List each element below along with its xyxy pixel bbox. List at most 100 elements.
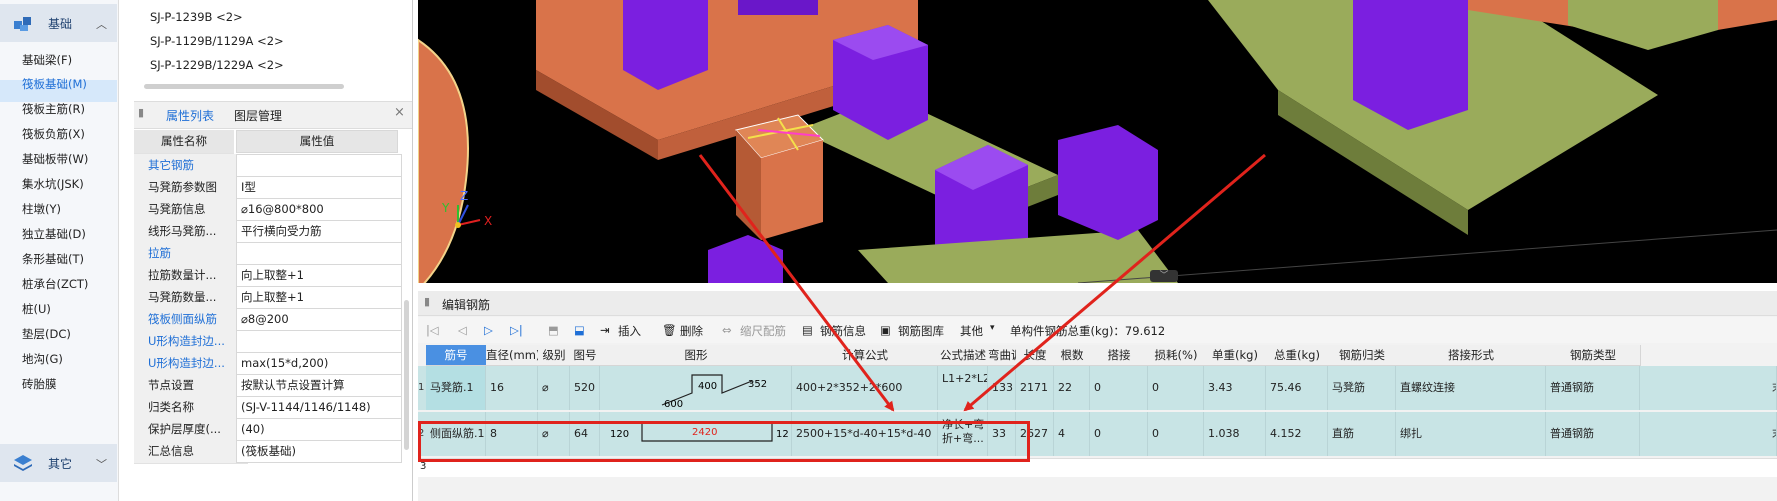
cell-loss[interactable]: 0 [1148, 366, 1204, 410]
property-row[interactable]: 其它钢筋 [134, 154, 404, 178]
next-record-icon[interactable]: ▷ [484, 323, 493, 337]
property-row[interactable]: 汇总信息 (筏板基础) [134, 440, 404, 464]
chevron-up-icon[interactable]: ︿ [96, 16, 107, 32]
property-value-field[interactable]: max(15*d,200) [236, 352, 402, 375]
rebar-library-button[interactable]: 钢筋图库 [898, 323, 944, 339]
cell-total_w[interactable]: 75.46 [1266, 366, 1328, 410]
category-other[interactable]: 其它 ﹀ [0, 444, 117, 482]
column-header[interactable]: 搭接形式 [1396, 345, 1547, 366]
first-record-icon[interactable]: |◁ [426, 323, 439, 337]
cell-unit_w[interactable]: 3.43 [1204, 366, 1266, 410]
sidebar-item-strip-footing[interactable]: 条形基础(T) [22, 251, 84, 267]
3d-viewport[interactable]: Y Z X [418, 0, 1777, 283]
property-row[interactable]: 节点设置 按默认节点设置计算 [134, 374, 404, 398]
sidebar-item-pile-cap[interactable]: 桩承台(ZCT) [22, 276, 88, 292]
sidebar-item-brick-mold[interactable]: 砖胎膜 [22, 376, 57, 392]
property-value-field[interactable]: 向上取整+1 [236, 264, 402, 287]
vertical-scrollbar[interactable] [404, 300, 409, 450]
cell-fig[interactable]: 520 [570, 366, 600, 410]
sidebar-item-sump-pit[interactable]: 集水坑(JSK) [22, 176, 84, 192]
sidebar-item-raft-main-rebar[interactable]: 筏板主筋(R) [22, 101, 85, 117]
sidebar-item-cushion[interactable]: 垫层(DC) [22, 326, 71, 342]
cell-lap[interactable]: 0 [1090, 366, 1148, 410]
pin-icon[interactable]: ▮ [138, 106, 144, 119]
property-row[interactable]: 拉筋 [134, 242, 404, 266]
property-value-field[interactable]: Ⅰ型 [236, 176, 402, 199]
delete-button[interactable]: 删除 [680, 323, 703, 339]
cell-shape[interactable]: 600 400 352 [600, 366, 792, 410]
column-header[interactable]: 计算公式 [792, 345, 939, 366]
column-header[interactable]: 钢筋类型 [1546, 345, 1641, 366]
move-up-icon[interactable]: ⬒ [548, 323, 559, 337]
rebar-info-button[interactable]: 钢筋信息 [820, 323, 866, 339]
property-value-field[interactable]: 向上取整+1 [236, 286, 402, 309]
cell-type[interactable]: 普通钢筋 [1546, 412, 1640, 456]
horizontal-scrollbar[interactable] [144, 84, 344, 89]
cell-dia[interactable]: 16 [486, 366, 538, 410]
collapse-handle[interactable]: ﹀ [1150, 270, 1178, 282]
property-row[interactable]: U形构造封边... max(15*d,200) [134, 352, 404, 376]
property-value-field[interactable]: (SJ-V-1144/1146/1148) [236, 396, 402, 419]
cell-desc[interactable]: L1+2*L2+2*L3 [938, 366, 988, 410]
last-record-icon[interactable]: ▷| [510, 323, 523, 337]
cell-unit_w[interactable]: 1.038 [1204, 412, 1266, 456]
column-header[interactable]: 单重(kg) [1204, 345, 1267, 366]
column-header[interactable]: 筋号 [426, 345, 487, 366]
cell-formula[interactable]: 400+2*352+2*600 [792, 366, 938, 410]
property-row[interactable]: 归类名称 (SJ-V-1144/1146/1148) [134, 396, 404, 420]
pin-icon[interactable]: ▮ [424, 295, 430, 308]
property-value-field[interactable]: (40) [236, 418, 402, 441]
sidebar-item-foundation-strip[interactable]: 基础板带(W) [22, 151, 88, 167]
column-header[interactable]: 总重(kg) [1266, 345, 1329, 366]
cell-name[interactable]: 马凳筋.1 [426, 366, 486, 410]
property-value-field[interactable] [236, 330, 402, 353]
scale-rebar-button[interactable]: 缩尺配筋 [740, 323, 786, 339]
close-icon[interactable]: × [394, 105, 405, 120]
list-item[interactable]: SJ-P-1239B <2> [150, 10, 243, 24]
column-header[interactable]: 图形 [600, 345, 793, 366]
cell-lap_type[interactable]: 直螺纹连接 [1396, 366, 1546, 410]
sidebar-item-raft-foundation[interactable]: 筏板基础(M) [22, 76, 87, 92]
cell-category[interactable]: 直筋 [1328, 412, 1396, 456]
cell-count[interactable]: 4 [1054, 412, 1090, 456]
property-row[interactable]: 拉筋数量计... 向上取整+1 [134, 264, 404, 288]
column-header[interactable]: 搭接 [1090, 345, 1149, 366]
property-value-field[interactable]: ⌀16@800*800 [236, 198, 402, 221]
list-item[interactable]: SJ-P-1229B/1229A <2> [150, 58, 284, 72]
column-header[interactable]: 长度 [1016, 345, 1055, 366]
column-header[interactable]: 图号 [570, 345, 601, 366]
property-value-field[interactable]: ⌀8@200 [236, 308, 402, 331]
category-foundation[interactable]: 基础 ︿ [0, 4, 117, 42]
cell-loss[interactable]: 0 [1148, 412, 1204, 456]
other-menu[interactable]: 其他 [960, 323, 983, 339]
property-value-field[interactable]: 平行横向受力筋 [236, 220, 402, 243]
sidebar-item-trench[interactable]: 地沟(G) [22, 351, 63, 367]
prev-record-icon[interactable]: ◁ [458, 323, 467, 337]
tab-layer-management[interactable]: 图层管理 [234, 107, 282, 124]
cell-category[interactable]: 马凳筋 [1328, 366, 1396, 410]
insert-button[interactable]: 插入 [618, 323, 641, 339]
sidebar-item-pile[interactable]: 桩(U) [22, 301, 51, 317]
list-item[interactable]: SJ-P-1129B/1129A <2> [150, 34, 284, 48]
cell-lap_type[interactable]: 绑扎 [1396, 412, 1546, 456]
property-value-field[interactable] [236, 242, 402, 265]
cell-type[interactable]: 普通钢筋 [1546, 366, 1640, 410]
property-row[interactable]: 线形马凳筋... 平行横向受力筋 [134, 220, 404, 244]
property-row[interactable]: 马凳筋参数图 Ⅰ型 [134, 176, 404, 200]
column-header[interactable]: 根数 [1054, 345, 1091, 366]
column-header[interactable]: 损耗(%) [1148, 345, 1205, 366]
cell-lap[interactable]: 0 [1090, 412, 1148, 456]
cell-length[interactable]: 2171 [1016, 366, 1054, 410]
cell-total_w[interactable]: 4.152 [1266, 412, 1328, 456]
column-header[interactable]: 弯曲调整 [988, 345, 1017, 366]
sidebar-item-column-pier[interactable]: 柱墩(Y) [22, 201, 61, 217]
sidebar-item-foundation-beam[interactable]: 基础梁(F) [22, 52, 72, 68]
property-value-field[interactable]: 按默认节点设置计算 [236, 374, 402, 397]
column-header[interactable]: 级别 [538, 345, 571, 366]
property-value-field[interactable]: (筏板基础) [236, 440, 402, 463]
column-header[interactable]: 钢筋归类 [1328, 345, 1397, 366]
sidebar-item-raft-negative-rebar[interactable]: 筏板负筋(X) [22, 126, 85, 142]
cell-grade[interactable]: ⌀ [538, 366, 570, 410]
sidebar-item-isolated-footing[interactable]: 独立基础(D) [22, 226, 86, 242]
column-header[interactable]: 公式描述 [938, 345, 989, 366]
